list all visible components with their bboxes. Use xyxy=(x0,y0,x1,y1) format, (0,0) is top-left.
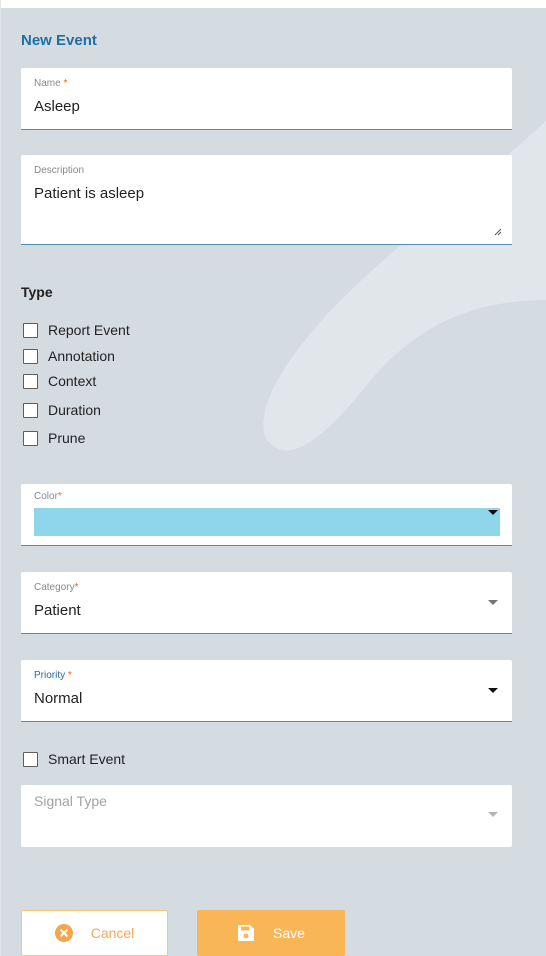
checkbox-duration[interactable]: Duration xyxy=(23,402,101,418)
category-value: Patient xyxy=(34,602,81,619)
event-form-page: New Event Name * Asleep Description Pati… xyxy=(0,0,546,956)
signal-type-placeholder: Signal Type xyxy=(34,793,107,809)
priority-value: Normal xyxy=(34,690,83,707)
signal-type-select[interactable]: Signal Type xyxy=(21,785,512,847)
name-field[interactable]: Name * Asleep xyxy=(21,68,512,130)
x-circle-icon xyxy=(54,924,73,942)
category-select[interactable]: Category* Patient xyxy=(21,572,512,634)
checkbox-box[interactable] xyxy=(23,430,38,446)
category-label: Category* xyxy=(34,582,79,593)
checkbox-box[interactable] xyxy=(23,402,38,418)
caret-down-icon[interactable] xyxy=(488,510,498,515)
top-strip xyxy=(1,0,546,8)
color-swatch xyxy=(34,508,500,536)
checkbox-box[interactable] xyxy=(23,348,38,364)
cancel-label: Cancel xyxy=(90,925,135,941)
name-label: Name * xyxy=(34,78,68,89)
cancel-button[interactable]: Cancel xyxy=(21,910,168,956)
description-label: Description xyxy=(34,165,85,176)
resize-handle-icon[interactable] xyxy=(494,228,502,236)
checkbox-context[interactable]: Context xyxy=(23,373,96,389)
checkbox-box[interactable] xyxy=(23,373,38,389)
description-value: Patient is asleep xyxy=(34,185,145,202)
save-label: Save xyxy=(273,925,305,941)
caret-down-icon[interactable] xyxy=(488,688,498,693)
checkbox-prune[interactable]: Prune xyxy=(23,430,85,446)
checkbox-smart-event[interactable]: Smart Event xyxy=(23,751,125,767)
name-value: Asleep xyxy=(34,98,80,115)
priority-select[interactable]: Priority * Normal xyxy=(21,660,512,722)
page-title: New Event xyxy=(21,32,97,49)
checkbox-box[interactable] xyxy=(23,322,38,338)
save-button[interactable]: Save xyxy=(197,910,345,956)
type-section-title: Type xyxy=(21,284,53,300)
checkbox-box[interactable] xyxy=(23,751,38,767)
checkbox-report-event[interactable]: Report Event xyxy=(23,322,130,338)
caret-down-icon[interactable] xyxy=(488,812,498,817)
color-select[interactable]: Color* xyxy=(21,484,512,546)
color-label: Color* xyxy=(34,491,62,502)
description-field[interactable]: Description Patient is asleep xyxy=(21,155,512,245)
checkbox-annotation[interactable]: Annotation xyxy=(23,348,115,364)
priority-label: Priority * xyxy=(34,670,72,681)
caret-down-icon[interactable] xyxy=(488,600,498,605)
floppy-disk-icon xyxy=(237,924,255,942)
